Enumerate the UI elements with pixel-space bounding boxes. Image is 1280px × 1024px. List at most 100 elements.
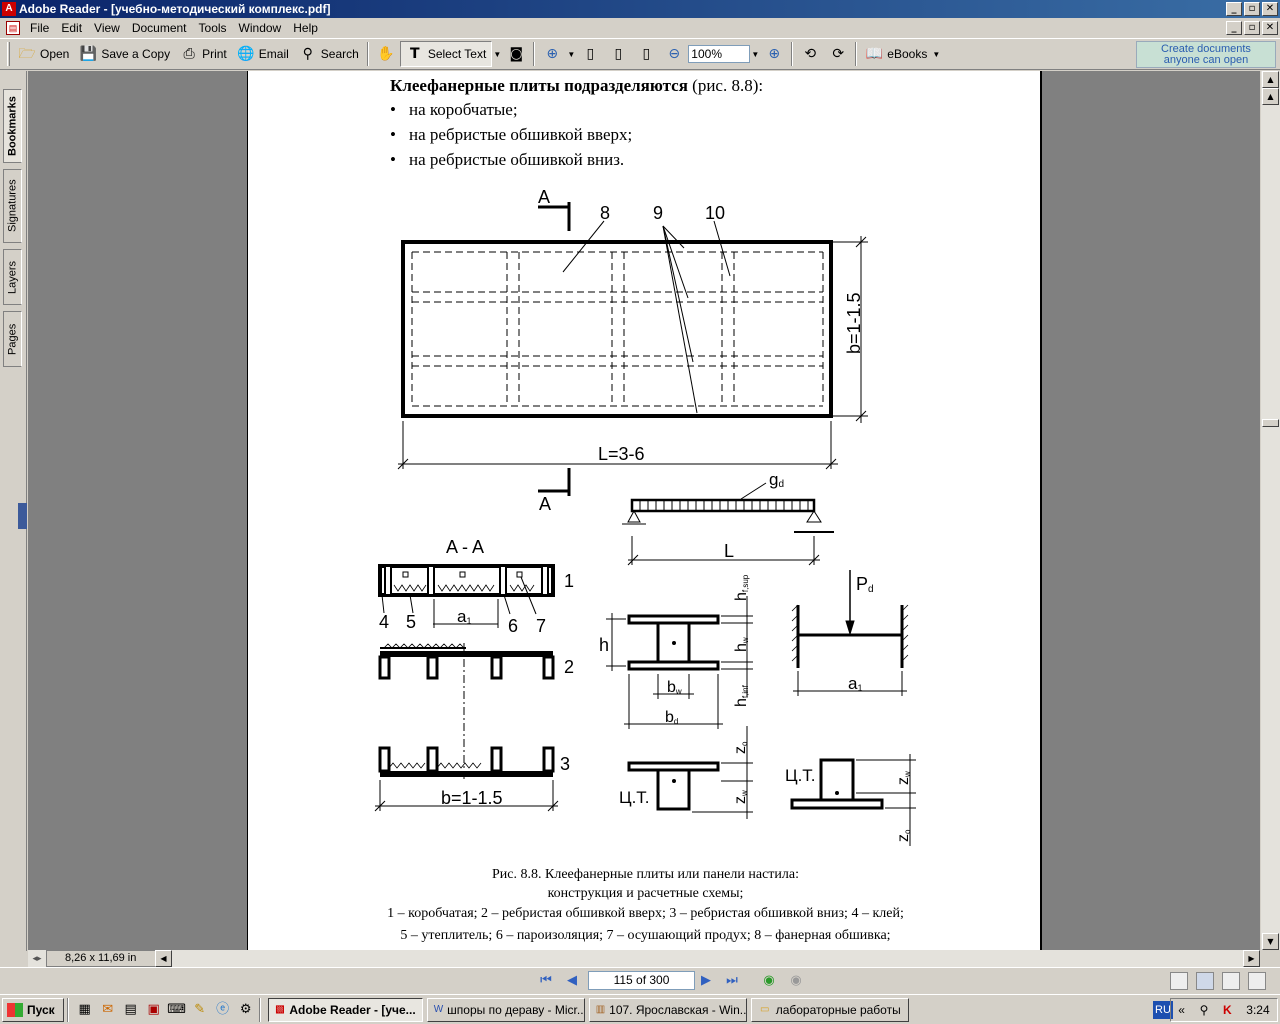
last-page-icon[interactable]: ⏭	[723, 972, 741, 990]
pane-splitter-handle[interactable]	[18, 503, 27, 529]
print-button[interactable]: ⎙ Print	[175, 41, 232, 67]
menu-view[interactable]: View	[88, 21, 126, 35]
page-number-input[interactable]: 115 of 300	[588, 971, 695, 990]
clock[interactable]: 3:24	[1246, 1003, 1269, 1017]
hand-tool-button[interactable]: ✋	[372, 41, 400, 67]
split-handle-icon[interactable]: ◂▸	[28, 950, 46, 967]
folder-task-icon: ▭	[759, 1003, 770, 1015]
ebooks-dropdown-icon: ▼	[932, 49, 941, 59]
tools-icon[interactable]: ⚙	[236, 1000, 256, 1020]
fit-page-button[interactable]: ▯	[604, 41, 632, 67]
facing-view-button[interactable]	[1222, 972, 1240, 990]
open-button[interactable]: 🗁 Open	[13, 41, 74, 67]
menu-bar: ▤ File Edit View Document Tools Window H…	[0, 18, 1280, 38]
task-adobe-reader[interactable]: ▧ Adobe Reader - [уче...	[267, 997, 423, 1022]
tab-signatures[interactable]: Signatures	[3, 169, 22, 243]
save-copy-button[interactable]: 💾 Save a Copy	[74, 41, 175, 67]
single-page-view-button[interactable]	[1170, 972, 1188, 990]
email-button[interactable]: 🌐 Email	[232, 41, 294, 67]
rotate-clockwise-button[interactable]: ⟳	[824, 41, 852, 67]
pdf-document-icon[interactable]: ▤	[6, 21, 20, 35]
label-10: 10	[705, 203, 725, 223]
label-6: 6	[508, 616, 518, 636]
label-section-aa: A - A	[446, 537, 484, 557]
ie-icon[interactable]: ⓔ	[213, 1000, 233, 1020]
previous-view-icon[interactable]: ◉	[760, 972, 778, 990]
antivirus-tray-icon[interactable]: K	[1223, 1003, 1232, 1017]
tab-pages[interactable]: Pages	[3, 311, 22, 367]
start-button[interactable]: Пуск	[2, 997, 64, 1022]
doc-close-button[interactable]: ✕	[1262, 21, 1278, 35]
zoom-input[interactable]: 100%	[688, 45, 751, 63]
label-a-bottom: A	[539, 494, 551, 514]
zoom-in-button[interactable]: ⊕	[760, 41, 788, 67]
scroll-thumb[interactable]	[1262, 419, 1279, 427]
select-tool-dropdown[interactable]: ▼	[492, 50, 502, 59]
notepad-icon[interactable]: ▤	[121, 1000, 141, 1020]
label-a1b: a1	[848, 674, 862, 693]
fit-width-button[interactable]: ▯	[632, 41, 660, 67]
next-page-icon[interactable]: ▶	[697, 972, 715, 990]
task-folder[interactable]: ▭ лабораторные работы	[750, 997, 909, 1022]
window-title: Adobe Reader - [учебно-методический комп…	[19, 2, 331, 16]
ebooks-button[interactable]: 📖 eBooks ▼	[860, 41, 946, 67]
zoom-in-tool-button[interactable]: ⊕	[538, 41, 566, 67]
actual-size-button[interactable]: ▯	[576, 41, 604, 67]
scroll-left-button[interactable]: ◀	[155, 950, 172, 967]
menu-edit[interactable]: Edit	[55, 21, 88, 35]
minimize-button[interactable]: _	[1226, 2, 1242, 16]
label-pd: Pd	[856, 574, 874, 595]
select-text-button[interactable]: T Select Text	[399, 41, 493, 67]
scroll-right-button[interactable]: ▶	[1243, 950, 1260, 967]
zoom-tool-dropdown[interactable]: ▼	[566, 50, 576, 59]
printer-icon: ⎙	[183, 46, 195, 62]
pdf-page: Клеефанерные плиты подразделяются (рис. …	[247, 71, 1042, 950]
menu-document[interactable]: Document	[126, 21, 193, 35]
doc-minimize-button[interactable]: _	[1226, 21, 1242, 35]
toolbar-grip[interactable]	[7, 42, 10, 66]
continuous-facing-view-button[interactable]	[1248, 972, 1266, 990]
continuous-view-button[interactable]	[1196, 972, 1214, 990]
paint-icon[interactable]: ✎	[190, 1000, 210, 1020]
menu-tools[interactable]: Tools	[193, 21, 233, 35]
tab-bookmarks[interactable]: Bookmarks	[3, 89, 22, 163]
tab-layers[interactable]: Layers	[3, 249, 22, 305]
show-desktop-icon[interactable]: ▦	[75, 1000, 95, 1020]
zoom-dropdown[interactable]: ▼	[750, 50, 760, 59]
doc-restore-button[interactable]: ▫	[1244, 21, 1260, 35]
vp-icon[interactable]: ▣	[144, 1000, 164, 1020]
task-winrar[interactable]: ▥ 107. Ярославская - Win...	[588, 997, 747, 1022]
next-view-icon[interactable]: ◉	[787, 972, 805, 990]
outlook-icon[interactable]: ✉	[98, 1000, 118, 1020]
create-documents-banner[interactable]: Create documents anyone can open	[1136, 41, 1276, 68]
zoom-out-button[interactable]: ⊖	[660, 41, 688, 67]
search-tray-icon[interactable]: ⚲	[1200, 1003, 1209, 1017]
document-view[interactable]: Клеефанерные плиты подразделяются (рис. …	[28, 71, 1260, 950]
page-up-button[interactable]: ▲	[1262, 88, 1279, 105]
previous-page-icon[interactable]: ◀	[563, 972, 581, 990]
section-2-ribbed-up	[378, 643, 555, 781]
menu-help[interactable]: Help	[287, 21, 324, 35]
system-tray: « ⚲ K 3:24	[1170, 998, 1278, 1022]
snapshot-button[interactable]: ◙	[502, 41, 530, 67]
leader-lines	[562, 220, 731, 414]
label-b-dim: b=1-1.5	[844, 292, 864, 354]
floppy-disk-icon: 💾	[79, 46, 98, 62]
vertical-scrollbar[interactable]: ▲ ▲ ▼	[1260, 71, 1280, 950]
close-button[interactable]: ✕	[1262, 2, 1278, 16]
tray-expand-icon[interactable]: «	[1178, 1003, 1185, 1017]
task-word-document[interactable]: W шпоры по дераву - Micr...	[426, 997, 585, 1022]
menu-window[interactable]: Window	[233, 21, 288, 35]
email-globe-icon: 🌐	[237, 46, 255, 62]
search-button[interactable]: ⚲ Search	[294, 41, 364, 67]
label-h: h	[599, 635, 609, 655]
scroll-down-button[interactable]: ▼	[1262, 933, 1279, 950]
scroll-up-button[interactable]: ▲	[1262, 71, 1279, 88]
horizontal-scrollbar[interactable]: ◂▸ 8,26 x 11,69 in ◀ ▶	[28, 950, 1260, 967]
first-page-icon[interactable]: ⏮	[537, 972, 555, 990]
restore-button[interactable]: ▫	[1244, 2, 1260, 16]
menu-file[interactable]: File	[24, 21, 55, 35]
keyboard-icon[interactable]: ⌨	[167, 1000, 187, 1020]
rotate-counterclockwise-button[interactable]: ⟲	[796, 41, 824, 67]
label-zo2: zo	[895, 829, 912, 842]
